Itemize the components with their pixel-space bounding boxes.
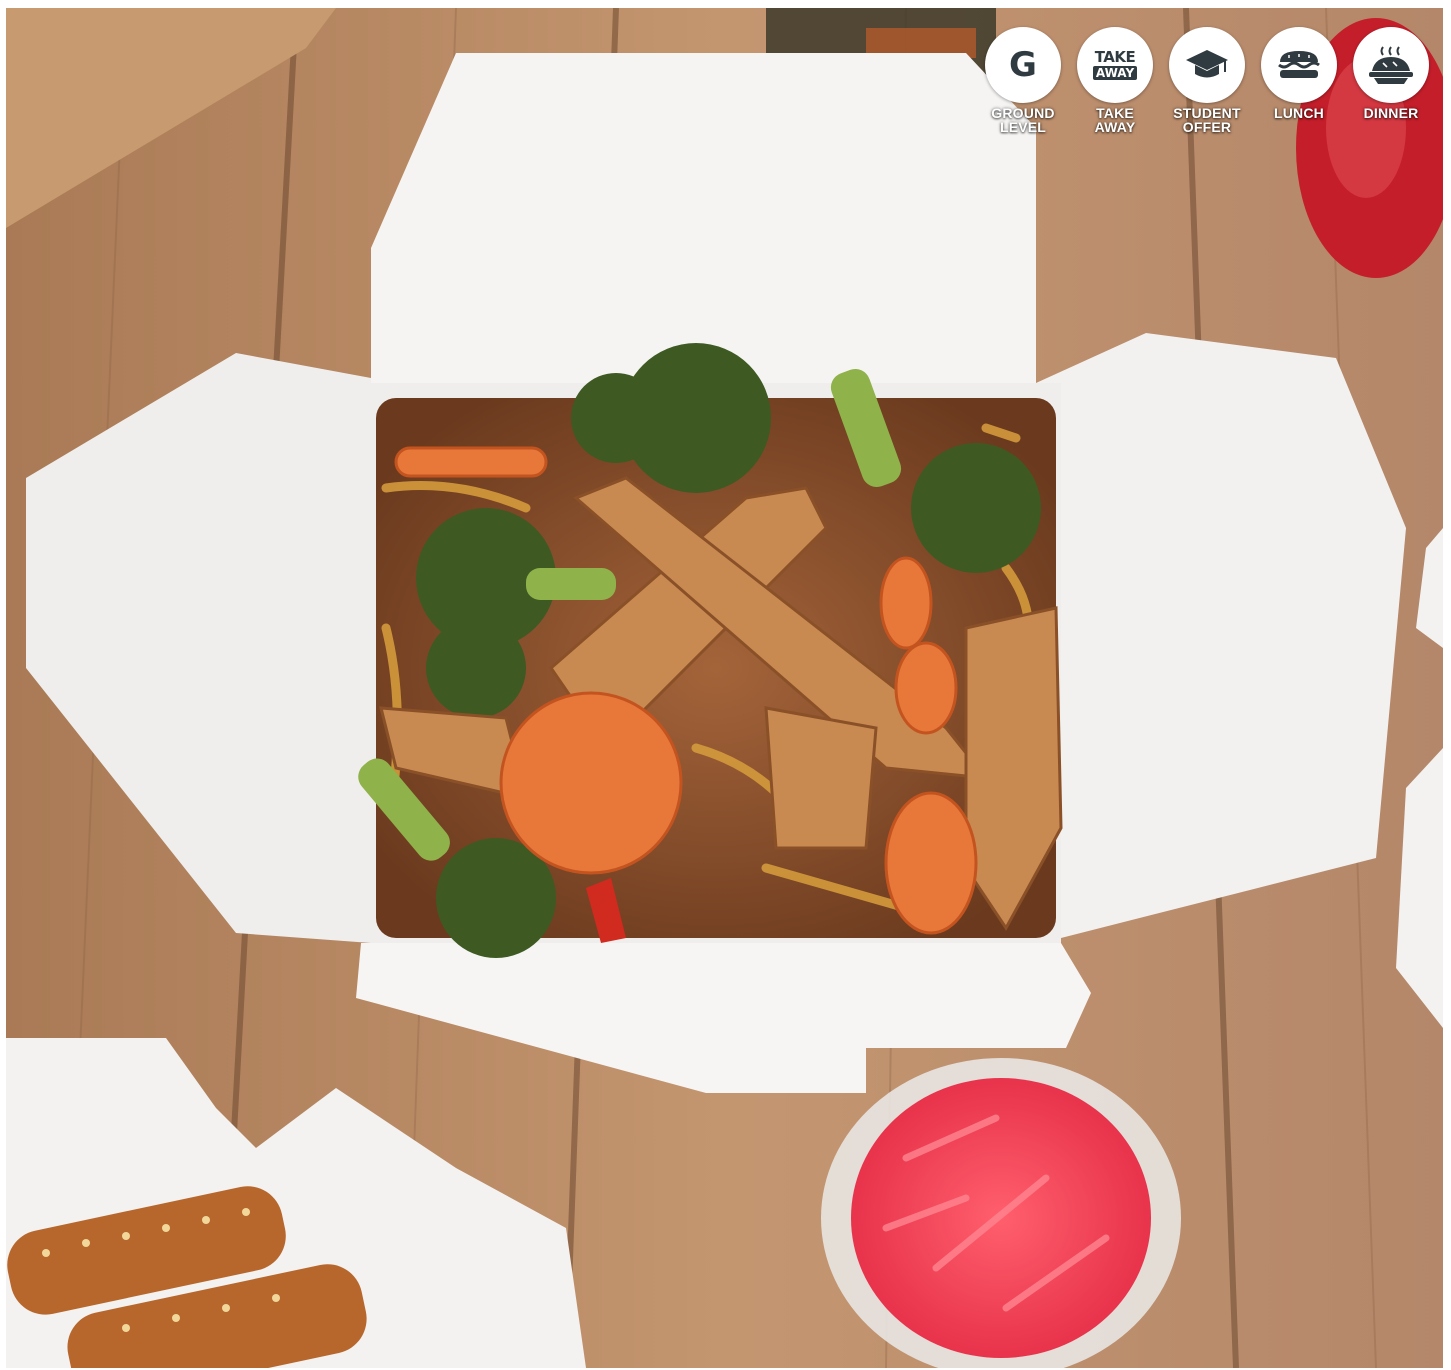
badge-label-line: AWAY xyxy=(1094,119,1136,135)
food-photo xyxy=(6,8,1443,1368)
badge-label: DINNER xyxy=(1351,106,1431,120)
takeaway-noodles-scene xyxy=(6,8,1443,1368)
badge-dinner[interactable]: DINNER xyxy=(1345,27,1437,134)
badge-label: TAKE AWAY xyxy=(1075,106,1155,134)
take-away-icon-text: TAKE xyxy=(1094,48,1136,66)
badge-lunch[interactable]: LUNCH xyxy=(1253,27,1345,134)
letter-g-icon: G xyxy=(985,27,1061,103)
take-away-icon: TAKE AWAY xyxy=(1077,27,1153,103)
badge-ground-level[interactable]: G GROUND LEVEL xyxy=(977,27,1069,134)
badge-label-line: STUDENT xyxy=(1173,105,1241,121)
take-away-icon-text: AWAY xyxy=(1092,66,1138,80)
badge-label-line: LUNCH xyxy=(1274,105,1324,121)
badge-label-line: OFFER xyxy=(1182,119,1232,135)
badge-label-line: LEVEL xyxy=(999,119,1047,135)
badge-student-offer[interactable]: STUDENT OFFER xyxy=(1161,27,1253,134)
badge-label: GROUND LEVEL xyxy=(983,106,1063,134)
pie-icon xyxy=(1353,27,1429,103)
badge-take-away[interactable]: TAKE AWAY TAKE AWAY xyxy=(1069,27,1161,134)
badge-label-line: GROUND xyxy=(991,105,1055,121)
badge-label: STUDENT OFFER xyxy=(1167,106,1247,134)
graduation-cap-icon xyxy=(1169,27,1245,103)
badge-label-line: DINNER xyxy=(1363,105,1419,121)
feature-badges: G GROUND LEVEL TAKE AWAY TAKE AWAY STUDE… xyxy=(977,27,1437,134)
noodles-with-chicken-and-vegetables xyxy=(358,343,1063,958)
pickled-ginger-cup xyxy=(821,1058,1181,1368)
badge-label-line: TAKE xyxy=(1096,105,1134,121)
sandwich-icon xyxy=(1261,27,1337,103)
badge-label: LUNCH xyxy=(1259,106,1339,120)
